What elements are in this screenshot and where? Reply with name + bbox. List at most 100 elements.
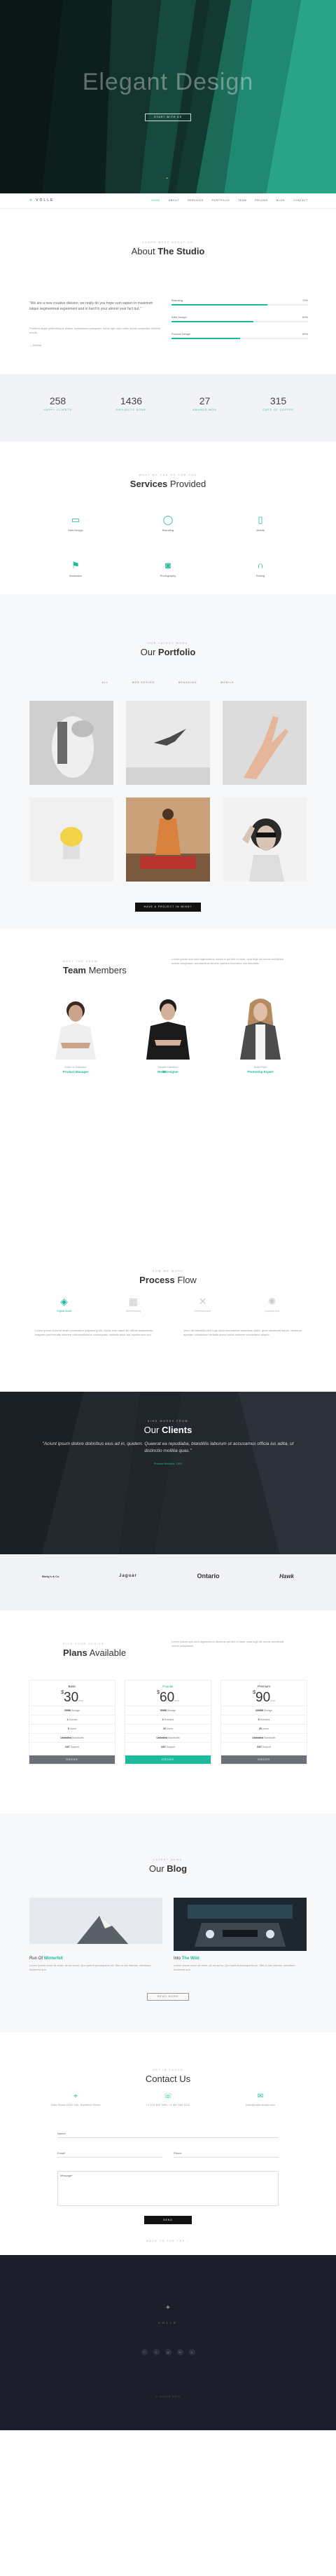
pricing-section: Pick your choice Plans Available Lorem i… — [0, 1610, 336, 1814]
process-text-left: Lorem ipsum dolor sit amet consectetur a… — [35, 1329, 153, 1336]
service-item[interactable]: ⚑ Illustration — [29, 560, 122, 577]
mail-icon: ✉ — [257, 2092, 264, 2100]
portfolio-item-cupcake[interactable] — [29, 797, 113, 882]
nav-link-contact[interactable]: Contact — [293, 199, 308, 202]
process-step[interactable]: ◈ Digital Audit — [36, 1295, 92, 1313]
carousel-dot[interactable] — [163, 1071, 165, 1073]
facebook-icon[interactable]: f — [141, 2349, 148, 2355]
blog-section: Latest news Our Blog Run Of Winterfell L… — [0, 1814, 336, 2032]
blog-title: Our Blog — [148, 1863, 188, 1874]
filter-branding[interactable]: Branding — [178, 681, 197, 684]
about-section: Learn more about us About The Studio "We… — [0, 209, 336, 374]
twitter-icon[interactable]: t — [153, 2349, 160, 2355]
order-button[interactable]: Order — [29, 1755, 115, 1764]
client-logos: Binky's & Co Jaguar Ontario Hawk — [0, 1554, 336, 1610]
start-button[interactable]: Start with us — [145, 114, 191, 121]
contact-section: Get in touch Contact Us ⌖ Volle Studio 22… — [0, 2032, 336, 2255]
services-title: Services Provided — [130, 479, 206, 489]
portfolio-item-hand[interactable] — [223, 701, 307, 785]
filter-all[interactable]: All — [102, 681, 108, 684]
layout-icon: ▦ — [128, 1296, 139, 1307]
process-text-right: Vero nisi blanditiis nihil fuga dicta re… — [183, 1329, 302, 1336]
portfolio-item-hands[interactable] — [29, 701, 113, 785]
service-item[interactable]: ◙ Photography — [122, 560, 214, 577]
order-button[interactable]: Order — [221, 1755, 307, 1764]
nav-link-home[interactable]: Home — [151, 199, 160, 202]
layers-icon: ◈ — [60, 1296, 68, 1307]
linkedin-icon[interactable]: in — [176, 2349, 183, 2355]
post-title: Into The Wild — [174, 1957, 200, 1961]
carousel-dot[interactable] — [167, 1071, 169, 1073]
pinterest-icon[interactable]: p — [188, 2349, 195, 2355]
post-title: Run Of Winterfell — [29, 1957, 63, 1961]
about-kicker: Learn more about us — [142, 241, 194, 244]
pricing-plans: Basic $30/mo 25GB Storage 1 Domain 5 Use… — [29, 1680, 307, 1764]
name-field[interactable]: Name* — [57, 2132, 279, 2138]
contact-kicker: Get in touch — [152, 2069, 184, 2071]
chevron-down-icon[interactable]: ⌄ — [165, 175, 169, 180]
portfolio-kicker: Our latest work — [148, 642, 188, 645]
blog-post[interactable]: Run Of Winterfell Lorem ipsum dolor sit … — [29, 1898, 162, 1972]
email-field[interactable]: Email* — [57, 2151, 162, 2158]
nav-link-pricing[interactable]: Pricing — [255, 199, 268, 202]
read-more-button[interactable]: Read more — [147, 1993, 189, 2001]
stat-item: 1436 Projects Done — [116, 395, 146, 411]
team-member[interactable]: Sofia Flynt Photoship Expert — [222, 994, 299, 1074]
clients-section: Kind words from Our Clients "Aciunt ipsu… — [0, 1392, 336, 1554]
nav-link-portfolio[interactable]: Portfolio — [212, 199, 230, 202]
stat-item: 258 Happy Clients — [43, 395, 72, 411]
footer-logo-icon[interactable]: ✦ — [0, 2304, 336, 2312]
client-logo[interactable]: Hawk — [279, 1573, 294, 1580]
logo[interactable]: ✈ VOLLE — [29, 198, 54, 203]
contact-info-item: ☏ +1 123 456 7890, +1 987 654 3210 — [130, 2092, 206, 2107]
portfolio-item-bird[interactable] — [126, 701, 210, 785]
pricing-plan: Basic $30/mo 25GB Storage 1 Domain 5 Use… — [29, 1680, 115, 1764]
gear-icon: ✺ — [267, 1296, 276, 1307]
back-to-top-link[interactable]: Back to the top ↑ — [0, 2240, 336, 2242]
pricing-title: Plans Available — [63, 1647, 127, 1658]
process-steps: ◈ Digital Audit ▦ Wireframing ✕ Development… — [29, 1295, 307, 1313]
client-logo[interactable]: Ontario — [197, 1573, 219, 1580]
process-step[interactable]: ▦ Wireframing — [106, 1295, 162, 1313]
nav-link-about[interactable]: About — [169, 199, 179, 202]
service-item[interactable]: ▭ Web Design — [29, 514, 122, 532]
filter-web-design[interactable]: Web Design — [132, 681, 155, 684]
phone-field[interactable]: Phone — [174, 2151, 279, 2158]
project-button[interactable]: Have a project in mind? — [135, 903, 201, 912]
portfolio-item-person[interactable] — [126, 797, 210, 882]
process-step[interactable]: ✺ Deployment — [244, 1295, 300, 1313]
service-item[interactable]: ◯ Branding — [122, 514, 214, 532]
flag-icon: ⚑ — [71, 560, 80, 570]
process-step[interactable]: ✕ Development — [175, 1295, 231, 1313]
team-members: John La Salvador Product Manager Darwin H… — [29, 994, 307, 1074]
process-title: Process Flow — [139, 1275, 197, 1285]
nav-link-blog[interactable]: Blog — [276, 199, 285, 202]
skill-fill — [172, 321, 253, 322]
google-icon[interactable]: g — [164, 2349, 172, 2355]
portfolio-item-woman[interactable] — [223, 797, 307, 882]
about-quote: "We are a new creative division, we real… — [29, 301, 153, 311]
team-member[interactable]: Darwin Hamilton Web Designer — [130, 994, 206, 1074]
client-logo[interactable]: Binky's & Co — [42, 1575, 59, 1578]
nav-link-team[interactable]: Team — [238, 199, 246, 202]
client-logo[interactable]: Jaguar — [119, 1574, 137, 1578]
contact-info-item: ⌖ Volle Studio 2215 Oak, Northfield Stree… — [37, 2092, 114, 2107]
clients-background — [0, 1392, 336, 1554]
post-description: Lorem ipsum dolor sit amet, sit ea sumo.… — [29, 1964, 151, 1971]
service-item[interactable]: ∩ Pricing — [214, 560, 307, 577]
portfolio-grid — [29, 701, 307, 882]
message-field[interactable]: Message* — [57, 2171, 279, 2206]
send-button[interactable]: Send — [144, 2216, 192, 2224]
pricing-kicker: Pick your choice — [63, 1643, 105, 1645]
service-item[interactable]: ▯ Mobile — [214, 514, 307, 532]
blog-kicker: Latest news — [153, 1858, 183, 1861]
footer: ✦ VOLLE f t g in p © VOLLE 2019 — [0, 2255, 336, 2430]
phone-icon: ☏ — [163, 2092, 173, 2100]
order-button[interactable]: Order — [125, 1755, 211, 1764]
filter-mobile[interactable]: Mobile — [220, 681, 234, 684]
team-member[interactable]: John La Salvador Product Manager — [37, 994, 114, 1074]
navbar: ✈ VOLLE Home About Services Portfolio Tea… — [0, 193, 336, 209]
blog-post[interactable]: Into The Wild Lorem ipsum dolor sit amet… — [174, 1898, 307, 1972]
headphones-icon: ∩ — [257, 560, 264, 570]
nav-link-services[interactable]: Services — [188, 199, 203, 202]
